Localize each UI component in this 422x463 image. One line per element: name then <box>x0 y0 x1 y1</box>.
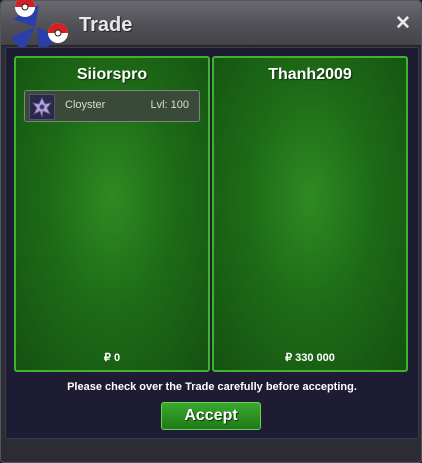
trade-body: Siiorspro Cloyster Lvl: 100 ₽ 0 Thanh200… <box>5 47 419 439</box>
window-title: Trade <box>79 14 133 36</box>
close-icon[interactable]: ✕ <box>395 14 411 33</box>
left-money: ₽ 0 <box>103 352 121 364</box>
cloyster-icon <box>29 94 55 120</box>
right-player-name: Thanh2009 <box>268 66 352 83</box>
item-name: Cloyster <box>65 99 106 111</box>
trade-window: Trade ✕ Siiorspro Cloyster Lvl: 100 ₽ 0 … <box>0 0 422 463</box>
accept-button[interactable]: Accept <box>161 402 261 430</box>
item-level: Lvl: 100 <box>150 99 189 111</box>
right-offer-panel: Thanh2009 ₽ 330 000 <box>212 56 408 372</box>
left-player-name: Siiorspro <box>76 66 148 83</box>
trade-item[interactable]: Cloyster Lvl: 100 <box>24 90 200 122</box>
left-offer-panel: Siiorspro Cloyster Lvl: 100 ₽ 0 <box>14 56 210 372</box>
trade-notice: Please check over the Trade carefully be… <box>67 381 357 393</box>
right-money: ₽ 330 000 <box>285 352 335 364</box>
